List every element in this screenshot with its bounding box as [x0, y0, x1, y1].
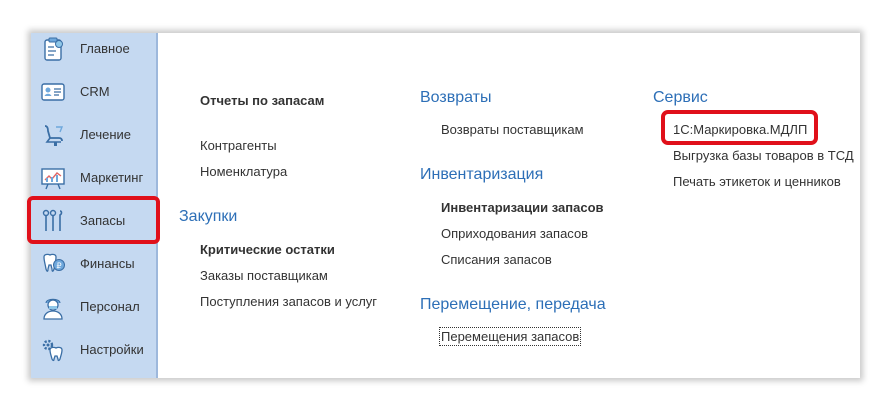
sidebar-item-label: Запасы	[80, 213, 126, 228]
sidebar-item-treatment[interactable]: Лечение	[31, 113, 156, 156]
section-panel: Отчеты по запасам Контрагенты Номенклату…	[158, 33, 860, 378]
sidebar-item-staff[interactable]: Персонал	[31, 285, 156, 328]
sidebar-item-crm[interactable]: CRM	[31, 70, 156, 113]
svg-text:₽: ₽	[56, 261, 61, 270]
sidebar-item-label: Настройки	[80, 342, 144, 357]
clipboard-icon	[39, 35, 67, 63]
sidebar-item-label: Финансы	[80, 256, 135, 271]
write-off-link[interactable]: Списания запасов	[441, 252, 552, 267]
sidebar-item-label: Главное	[80, 41, 130, 56]
sidebar-item-main[interactable]: Главное	[31, 27, 156, 70]
receipts-link[interactable]: Поступления запасов и услуг	[200, 294, 377, 309]
stock-receipt-link[interactable]: Оприходования запасов	[441, 226, 588, 241]
supplier-returns-link[interactable]: Возвраты поставщикам	[441, 122, 584, 137]
sidebar-item-marketing[interactable]: Маркетинг	[31, 156, 156, 199]
doctor-icon	[39, 293, 67, 321]
sidebar-item-finance[interactable]: ₽ Финансы	[31, 242, 156, 285]
supplier-orders-link[interactable]: Заказы поставщикам	[200, 268, 328, 283]
dental-chair-icon	[39, 121, 67, 149]
nomenclature-link[interactable]: Номенклатура	[200, 164, 287, 179]
sidebar: Главное CRM Лечение Маркетинг Запасы ₽ Ф…	[31, 33, 158, 378]
inventory-heading: Инвентаризация	[420, 166, 544, 183]
service-heading: Сервис	[653, 89, 708, 106]
sidebar-item-settings[interactable]: Настройки	[31, 328, 156, 371]
sidebar-item-label: Персонал	[80, 299, 140, 314]
critical-stock-link[interactable]: Критические остатки	[200, 242, 335, 257]
returns-heading: Возвраты	[420, 89, 492, 106]
sidebar-item-label: Маркетинг	[80, 170, 144, 185]
mdlp-marking-link[interactable]: 1С:Маркировка.МДЛП	[673, 122, 807, 137]
sidebar-item-label: Лечение	[80, 127, 132, 142]
tooth-coin-icon: ₽	[39, 250, 67, 278]
print-labels-link[interactable]: Печать этикеток и ценников	[673, 174, 841, 189]
sidebar-item-label: CRM	[80, 84, 110, 99]
gear-tooth-icon	[39, 336, 67, 364]
tsd-export-link[interactable]: Выгрузка базы товаров в ТСД	[673, 148, 854, 163]
purchases-heading: Закупки	[179, 208, 238, 225]
contact-card-icon	[39, 78, 67, 106]
chart-board-icon	[39, 164, 67, 192]
stocktaking-link[interactable]: Инвентаризации запасов	[441, 200, 604, 215]
sidebar-item-inventory[interactable]: Запасы	[31, 199, 156, 242]
transfers-link[interactable]: Перемещения запасов	[438, 327, 582, 346]
app-window: Главное CRM Лечение Маркетинг Запасы ₽ Ф…	[27, 33, 860, 378]
transfer-heading: Перемещение, передача	[420, 296, 606, 313]
counterparties-link[interactable]: Контрагенты	[200, 138, 277, 153]
dental-tools-icon	[39, 207, 67, 235]
reports-link[interactable]: Отчеты по запасам	[200, 93, 324, 108]
